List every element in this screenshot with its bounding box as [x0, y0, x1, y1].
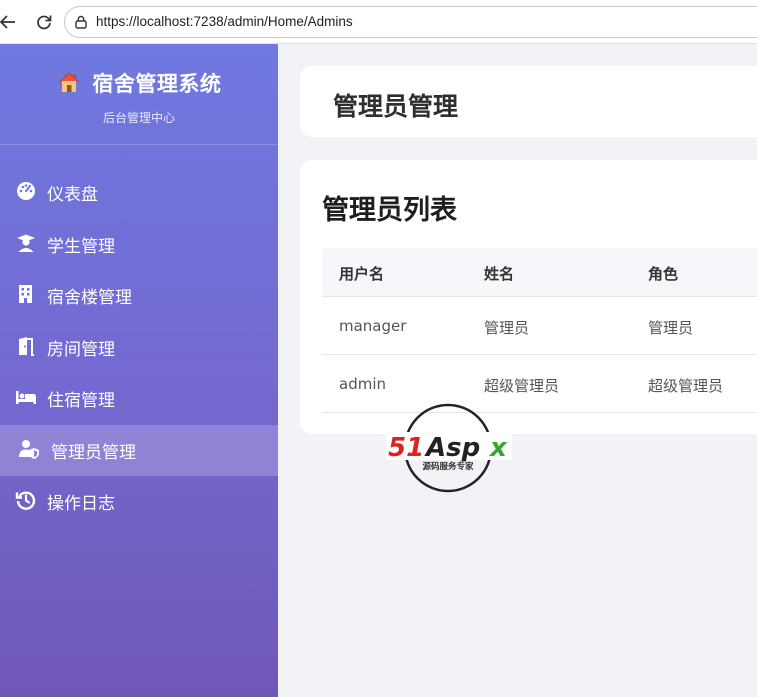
history-icon	[15, 491, 36, 510]
sidebar-item-rooms[interactable]: 房间管理	[0, 322, 278, 374]
door-icon	[19, 336, 34, 356]
sidebar: 宿舍管理系统 后台管理中心 仪表盘 学生管理 宿舍楼管理 房间管理 住宿管理 管…	[0, 44, 278, 697]
admin-list-card: 管理员列表 用户名 姓名 角色 manager 管理员 管理员 admin 超级…	[300, 160, 757, 434]
sidebar-divider	[0, 144, 278, 145]
sidebar-item-logs[interactable]: 操作日志	[0, 476, 278, 528]
house-icon	[57, 72, 93, 96]
user-shield-icon	[19, 439, 39, 459]
sidebar-menu: 仪表盘 学生管理 宿舍楼管理 房间管理 住宿管理 管理员管理 操作日志	[0, 167, 278, 528]
reload-icon[interactable]	[34, 12, 54, 32]
cell-username: manager	[339, 317, 407, 335]
sidebar-item-label: 住宿管理	[47, 391, 115, 411]
cell-role: 管理员	[648, 319, 694, 337]
watermark-logo: 51 Asp x 源码服务专家	[386, 403, 512, 493]
sidebar-item-label: 仪表盘	[47, 185, 98, 205]
watermark-tagline: 源码服务专家	[422, 461, 474, 472]
brand: 宿舍管理系统 后台管理中心	[0, 68, 278, 126]
admin-table: 用户名 姓名 角色 manager 管理员 管理员 admin 超级管理员 超级…	[322, 248, 757, 413]
page-title: 管理员管理	[333, 92, 459, 121]
brand-title: 宿舍管理系统	[0, 68, 278, 98]
table-row[interactable]: manager 管理员 管理员	[322, 297, 757, 355]
column-header-name: 姓名	[484, 265, 515, 283]
sidebar-item-buildings[interactable]: 宿舍楼管理	[0, 270, 278, 322]
cell-role: 超级管理员	[648, 377, 724, 395]
sidebar-item-label: 操作日志	[47, 494, 115, 514]
sidebar-item-label: 管理员管理	[51, 442, 136, 463]
sidebar-item-label: 学生管理	[47, 236, 115, 257]
cell-name: 超级管理员	[484, 377, 560, 395]
lock-icon[interactable]	[74, 15, 88, 29]
sidebar-item-admins[interactable]: 管理员管理	[0, 424, 278, 476]
brand-title-text: 宿舍管理系统	[92, 72, 222, 96]
table-header: 用户名 姓名 角色	[322, 248, 757, 297]
watermark-brand-51: 51	[388, 433, 424, 463]
sidebar-item-label: 宿舍楼管理	[47, 288, 132, 308]
sidebar-item-accommodation[interactable]: 住宿管理	[0, 373, 278, 425]
sidebar-item-students[interactable]: 学生管理	[0, 219, 278, 271]
column-header-role: 角色	[648, 265, 679, 283]
page-header: 管理员管理	[300, 66, 757, 137]
back-arrow-icon[interactable]	[0, 12, 18, 32]
admin-list-title: 管理员列表	[322, 195, 457, 226]
watermark-brand-x: x	[488, 433, 508, 463]
cell-username: admin	[339, 375, 386, 393]
url-text: https://localhost:7238/admin/Home/Admins	[96, 14, 353, 29]
building-icon	[19, 285, 32, 303]
brand-subtitle: 后台管理中心	[102, 111, 175, 125]
bed-icon	[16, 391, 36, 404]
address-bar[interactable]: https://localhost:7238/admin/Home/Admins	[64, 6, 757, 38]
sidebar-item-dashboard[interactable]: 仪表盘	[0, 167, 278, 219]
watermark-brand-aspx: Asp	[424, 433, 480, 463]
column-header-username: 用户名	[339, 265, 385, 283]
cell-name: 管理员	[484, 319, 530, 337]
student-icon	[17, 234, 35, 252]
browser-toolbar: https://localhost:7238/admin/Home/Admins	[0, 0, 757, 44]
sidebar-item-label: 房间管理	[47, 339, 115, 360]
dashboard-icon	[17, 182, 35, 200]
